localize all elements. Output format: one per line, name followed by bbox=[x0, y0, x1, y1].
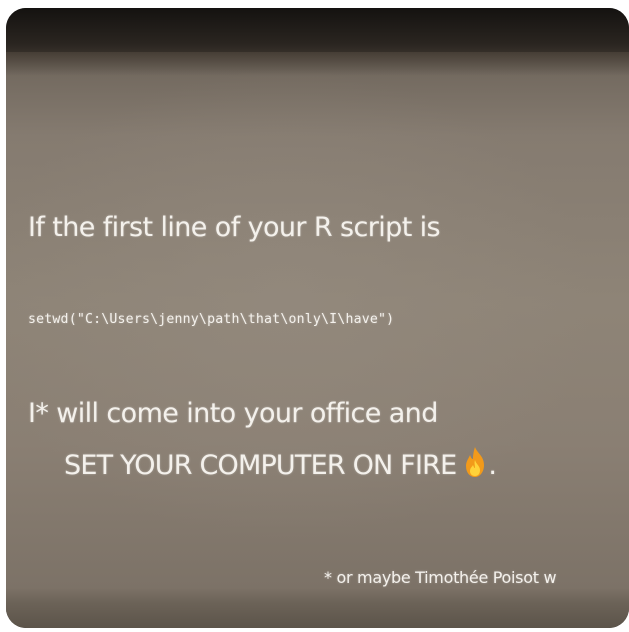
screen-top-shadow bbox=[6, 52, 629, 76]
slide-footnote: * or maybe Timothée Poisot w bbox=[324, 568, 557, 587]
slide-line-4-period: . bbox=[488, 450, 497, 481]
fire-emoji-icon bbox=[462, 446, 488, 478]
slide-line-3: I* will come into your office and bbox=[28, 398, 438, 429]
projection-screen bbox=[6, 52, 629, 612]
slide-code-line: setwd("C:\Users\jenny\path\that\only\I\h… bbox=[28, 312, 395, 327]
slide-line-4: SET YOUR COMPUTER ON FIRE . bbox=[64, 446, 497, 481]
slide-line-1: If the first line of your R script is bbox=[28, 212, 441, 243]
room-floor bbox=[6, 588, 629, 628]
photo-frame: If the first line of your R script is se… bbox=[6, 8, 629, 628]
slide-line-4-text: SET YOUR COMPUTER ON FIRE bbox=[64, 450, 457, 481]
